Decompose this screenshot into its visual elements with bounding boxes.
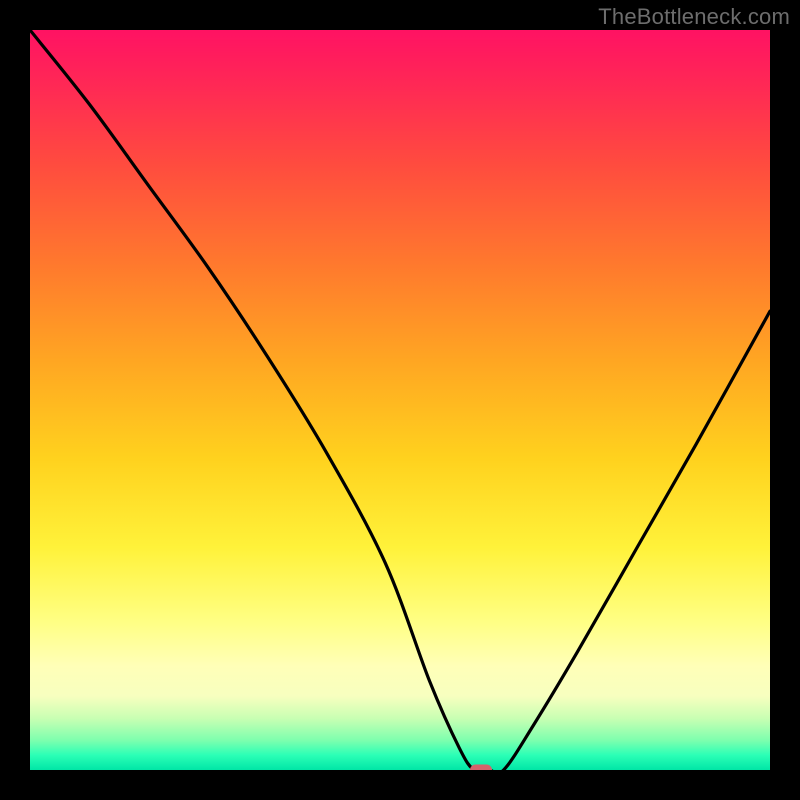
chart-container: TheBottleneck.com (0, 0, 800, 800)
optimal-point-marker (470, 765, 492, 771)
plot-area (30, 30, 770, 770)
bottleneck-curve (30, 30, 770, 770)
watermark-text: TheBottleneck.com (598, 4, 790, 30)
